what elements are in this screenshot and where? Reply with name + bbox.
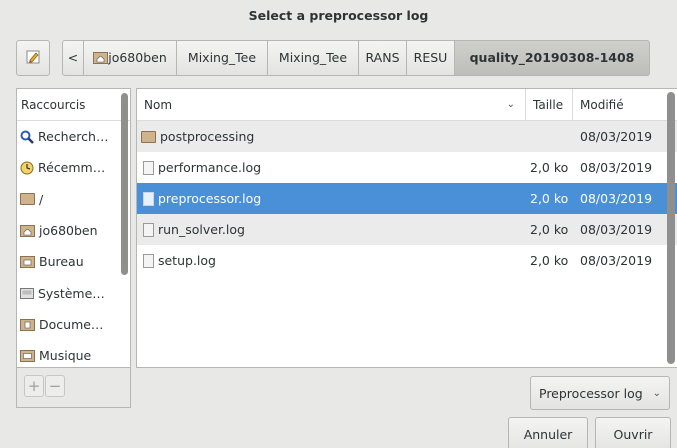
home-folder-icon: [93, 52, 109, 64]
file-name: performance.log: [157, 160, 262, 175]
music-folder-icon: [20, 350, 35, 363]
file-name: setup.log: [157, 253, 216, 268]
window-title: Select a preprocessor log: [0, 0, 677, 32]
sidebar-item-label: Musique: [39, 348, 92, 364]
file-modified: 08/03/2019: [580, 160, 653, 175]
column-header-name[interactable]: Nom ⌄: [137, 89, 526, 121]
file-type-filter[interactable]: Preprocessor log ⌄: [530, 376, 670, 410]
path-segment-current[interactable]: quality_20190308-1408: [455, 40, 650, 76]
sidebar-item-system[interactable]: Système…: [17, 277, 130, 308]
path-segment[interactable]: RESU: [407, 40, 455, 76]
file-icon: [143, 254, 154, 268]
documents-folder-icon: [20, 318, 35, 331]
file-list: Nom ⌄ Taille Modifié postprocessing 08/0…: [136, 88, 677, 368]
sidebar-item-label: Récemm…: [38, 160, 106, 176]
filter-value: Preprocessor log: [539, 386, 643, 401]
recent-clock-icon: [20, 161, 34, 175]
remove-bookmark-button[interactable]: −: [45, 375, 65, 397]
sidebar-item-search[interactable]: Recherch…: [17, 121, 130, 152]
file-row[interactable]: postprocessing 08/03/2019: [137, 121, 677, 152]
file-name: postprocessing: [159, 129, 255, 144]
chevron-down-icon: ⌄: [506, 99, 515, 110]
file-row[interactable]: performance.log 2,0 ko 08/03/2019: [137, 152, 677, 183]
path-bar: < jo680ben Mixing_Tee Mixing_Tee RANS RE…: [16, 40, 661, 76]
column-header-size[interactable]: Taille: [526, 89, 573, 121]
path-segment[interactable]: RANS: [359, 40, 407, 76]
sidebar-item-label: Recherch…: [38, 129, 109, 145]
home-folder-icon: [20, 225, 35, 238]
sidebar-item-desktop[interactable]: Bureau: [17, 246, 130, 277]
sidebar-item-home[interactable]: jo680ben: [17, 215, 130, 246]
file-modified: 08/03/2019: [580, 191, 653, 206]
file-size: 2,0 ko: [530, 222, 569, 237]
chevron-down-icon: ⌄: [652, 388, 661, 399]
file-name: run_solver.log: [157, 222, 245, 237]
desktop-folder-icon: [20, 256, 35, 269]
sidebar-item-label: Docume…: [39, 316, 104, 332]
file-list-scrollbar[interactable]: [667, 92, 675, 364]
cancel-button[interactable]: Annuler: [508, 417, 588, 448]
file-size: 2,0 ko: [530, 160, 569, 175]
path-segment-home[interactable]: jo680ben: [84, 40, 177, 76]
folder-icon: [20, 193, 35, 206]
pencil-icon: [26, 50, 40, 64]
sidebar-item-root[interactable]: /: [17, 184, 130, 215]
sidebar-item-label: Bureau: [39, 254, 84, 270]
path-segment[interactable]: Mixing_Tee: [268, 40, 359, 76]
column-header-label: Nom: [144, 98, 173, 112]
places-sidebar: Raccourcis Recherch… Récemm… / jo680ben …: [16, 88, 131, 368]
file-row[interactable]: setup.log 2,0 ko 08/03/2019: [137, 245, 677, 276]
path-segment[interactable]: Mixing_Tee: [177, 40, 268, 76]
folder-icon: [141, 131, 156, 143]
sidebar-item-music[interactable]: Musique: [17, 340, 130, 367]
drive-icon: [20, 287, 34, 299]
file-icon: [143, 223, 154, 237]
file-name: preprocessor.log: [157, 191, 262, 206]
file-icon: [143, 192, 154, 206]
edit-location-button[interactable]: [16, 40, 50, 76]
file-modified: 08/03/2019: [580, 129, 653, 144]
sidebar-item-recent[interactable]: Récemm…: [17, 152, 130, 183]
file-row-selected[interactable]: preprocessor.log 2,0 ko 08/03/2019: [137, 183, 677, 214]
file-size: 2,0 ko: [530, 191, 569, 206]
sidebar-header: Raccourcis: [17, 89, 130, 121]
sidebar-item-documents[interactable]: Docume…: [17, 309, 130, 340]
file-icon: [143, 161, 154, 175]
file-modified: 08/03/2019: [580, 222, 653, 237]
sidebar-item-label: /: [39, 191, 44, 207]
sidebar-footer: + −: [16, 368, 131, 408]
sidebar-item-label: jo680ben: [39, 223, 98, 239]
path-back-button[interactable]: <: [62, 40, 84, 76]
file-modified: 08/03/2019: [580, 253, 653, 268]
search-icon: [20, 130, 34, 144]
file-row[interactable]: run_solver.log 2,0 ko 08/03/2019: [137, 214, 677, 245]
path-segment-label: jo680ben: [108, 50, 167, 65]
sidebar-item-label: Système…: [38, 285, 105, 301]
open-button[interactable]: Ouvrir: [595, 417, 671, 448]
sidebar-scrollbar[interactable]: [121, 93, 128, 275]
file-size: 2,0 ko: [530, 253, 569, 268]
add-bookmark-button[interactable]: +: [24, 375, 44, 397]
column-header-modified[interactable]: Modifié: [573, 89, 677, 121]
